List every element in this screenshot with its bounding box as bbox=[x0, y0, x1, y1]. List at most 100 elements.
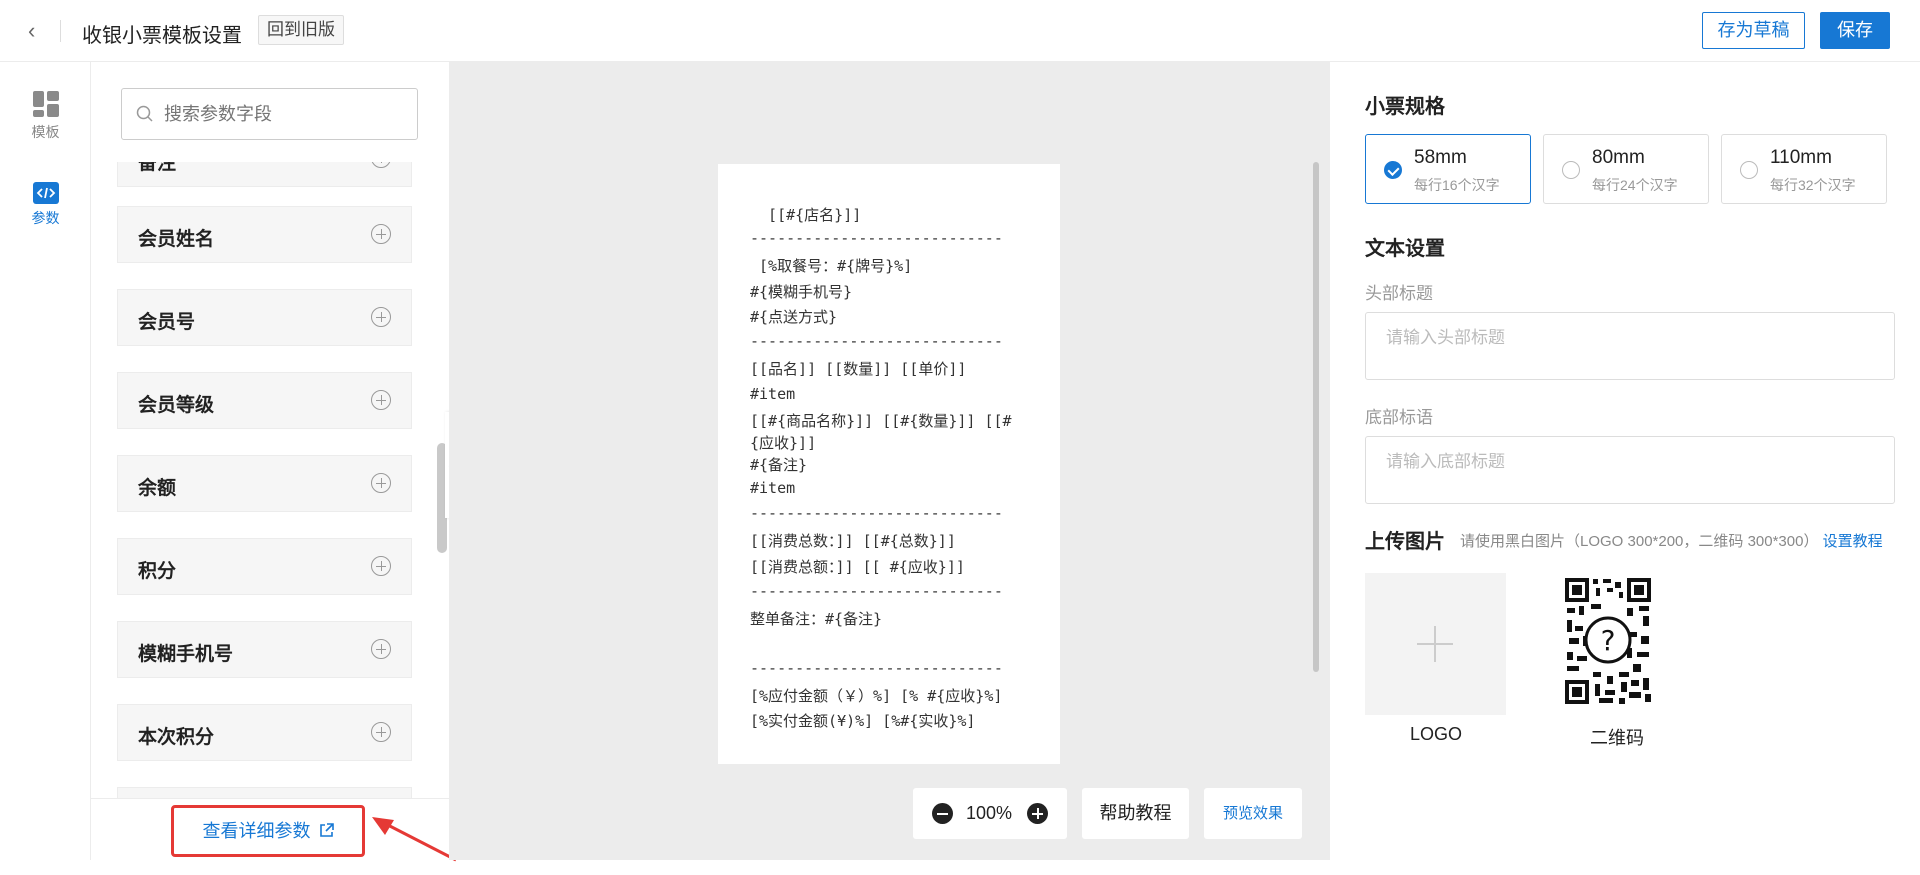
param-list: 备注 会员姓名 会员号 会员等级 余额 积分 模糊手机号 本次积分 bbox=[117, 162, 413, 858]
list-item[interactable]: 积分 bbox=[117, 538, 412, 595]
svg-text:?: ? bbox=[1601, 624, 1616, 657]
qr-code-image[interactable]: ? bbox=[1563, 576, 1653, 706]
save-draft-button[interactable]: 存为草稿 bbox=[1702, 12, 1805, 49]
receipt-line: ---------------------------- bbox=[750, 229, 1003, 247]
list-item[interactable]: 本次积分 bbox=[117, 704, 412, 761]
divider bbox=[60, 20, 61, 42]
zoom-level: 100% bbox=[966, 803, 1013, 823]
radio-icon[interactable] bbox=[1740, 161, 1758, 179]
receipt-line: #item bbox=[750, 385, 796, 403]
receipt-line: #{备注} bbox=[750, 456, 808, 474]
logo-upload-box[interactable] bbox=[1365, 573, 1506, 715]
upload-tutorial-link[interactable]: 设置教程 bbox=[1823, 533, 1883, 550]
receipt-line: [[品名]] [[数量]] [[单价]] bbox=[750, 360, 967, 378]
code-icon bbox=[32, 182, 59, 204]
radio-checked-icon[interactable] bbox=[1384, 161, 1402, 179]
receipt-line: 整单备注：#{备注} bbox=[750, 610, 883, 628]
spec-desc: 每行16个汉字 bbox=[1414, 177, 1500, 193]
list-item[interactable]: 模糊手机号 bbox=[117, 621, 412, 678]
header-title-label: 头部标题 bbox=[1365, 284, 1433, 303]
param-label: 会员号 bbox=[138, 312, 196, 333]
list-item[interactable]: 余额 bbox=[117, 455, 412, 512]
param-label: 余额 bbox=[138, 478, 177, 499]
zoom-in-icon[interactable] bbox=[1027, 803, 1048, 824]
external-link-icon bbox=[319, 823, 334, 837]
receipt-paper: [[#{店名}]] ---------------------------- [%… bbox=[718, 164, 1060, 764]
view-detail-params-link[interactable]: 查看详细参数 bbox=[171, 805, 365, 857]
receipt-line: {应收}]] bbox=[750, 434, 817, 452]
zoom-control: 100% bbox=[913, 788, 1067, 839]
preview-button[interactable]: 预览效果 bbox=[1204, 788, 1302, 839]
add-circle-icon[interactable] bbox=[371, 473, 391, 493]
logo-label: LOGO bbox=[1410, 724, 1463, 744]
left-sidebar: 模板 参数 bbox=[0, 62, 91, 860]
receipt-line: [[消费总数：]] [[#{总数}]] bbox=[750, 532, 956, 550]
add-circle-icon[interactable] bbox=[371, 722, 391, 742]
footer-slogan-label: 底部标语 bbox=[1365, 408, 1433, 427]
add-circle-icon[interactable] bbox=[371, 556, 391, 576]
spec-option-80mm[interactable]: 80mm 每行24个汉字 bbox=[1543, 134, 1709, 204]
annotation-arrow bbox=[372, 817, 457, 862]
param-label: 会员等级 bbox=[138, 395, 215, 416]
spec-desc: 每行32个汉字 bbox=[1770, 177, 1856, 193]
param-label: 会员姓名 bbox=[138, 229, 215, 250]
qr-label: 二维码 bbox=[1590, 728, 1644, 748]
receipt-line: [%取餐号：#{牌号}%] bbox=[750, 257, 913, 275]
receipt-line: ---------------------------- bbox=[750, 332, 1003, 350]
receipt-line: #item bbox=[750, 479, 796, 497]
template-grid-icon bbox=[32, 91, 59, 117]
upload-hint-text: 请使用黑白图片（LOGO 300*200，二维码 300*300） bbox=[1460, 533, 1819, 550]
header-title-input[interactable]: 请输入头部标题 bbox=[1365, 312, 1895, 380]
receipt-line: [[#{商品名称}]] [[#{数量}]] [[# bbox=[750, 412, 1012, 430]
search-input[interactable] bbox=[164, 99, 404, 129]
search-icon bbox=[136, 105, 153, 122]
spec-title: 小票规格 bbox=[1365, 96, 1445, 118]
param-label: 模糊手机号 bbox=[138, 644, 234, 665]
search-box[interactable] bbox=[121, 88, 418, 140]
upload-title: 上传图片 bbox=[1365, 531, 1445, 553]
spec-option-110mm[interactable]: 110mm 每行32个汉字 bbox=[1721, 134, 1887, 204]
add-circle-icon[interactable] bbox=[371, 162, 391, 168]
help-button[interactable]: 帮助教程 bbox=[1082, 788, 1189, 839]
settings-panel: 小票规格 58mm 每行16个汉字 80mm 每行24个汉字 110mm 每行3… bbox=[1330, 62, 1920, 860]
list-item[interactable]: 会员姓名 bbox=[117, 206, 412, 263]
add-circle-icon[interactable] bbox=[371, 307, 391, 327]
spec-size: 110mm bbox=[1770, 147, 1832, 168]
receipt-line: [%实付金额(¥)%] [%#{实收}%] bbox=[750, 712, 976, 730]
radio-icon[interactable] bbox=[1562, 161, 1580, 179]
save-button[interactable]: 保存 bbox=[1820, 12, 1890, 49]
zoom-out-icon[interactable] bbox=[932, 803, 953, 824]
sidebar-item-label: 参数 bbox=[31, 210, 60, 226]
chevron-left-icon[interactable]: ‹ bbox=[28, 18, 35, 44]
receipt-line: [[#{店名}]] bbox=[750, 206, 862, 224]
list-item[interactable]: 会员号 bbox=[117, 289, 412, 346]
text-settings-title: 文本设置 bbox=[1365, 238, 1445, 260]
receipt-line: ---------------------------- bbox=[750, 659, 1003, 677]
top-bar: ‹ 收银小票模板设置 回到旧版 存为草稿 保存 bbox=[0, 0, 1920, 62]
receipt-line: [[消费总额：]] [[ #{应收}]] bbox=[750, 558, 965, 576]
receipt-line: [%应付金额（￥）%] [% #{应收}%] bbox=[750, 687, 1003, 705]
sidebar-item-template[interactable]: 模板 bbox=[0, 90, 91, 142]
param-label: 本次积分 bbox=[138, 727, 215, 748]
param-label: 备注 bbox=[138, 162, 177, 174]
list-item[interactable]: 会员等级 bbox=[117, 372, 412, 429]
spec-option-58mm[interactable]: 58mm 每行16个汉字 bbox=[1365, 134, 1531, 204]
sidebar-item-label: 模板 bbox=[31, 124, 60, 140]
link-label: 查看详细参数 bbox=[202, 821, 311, 841]
spec-size: 58mm bbox=[1414, 147, 1467, 168]
footer-slogan-input[interactable]: 请输入底部标题 bbox=[1365, 436, 1895, 504]
param-label: 积分 bbox=[138, 561, 177, 582]
receipt-line: #{模糊手机号} bbox=[750, 283, 853, 301]
add-circle-icon[interactable] bbox=[371, 224, 391, 244]
old-version-button[interactable]: 回到旧版 bbox=[258, 15, 344, 45]
receipt-line: #{点送方式} bbox=[750, 308, 838, 326]
canvas-scrollbar[interactable] bbox=[1313, 162, 1319, 672]
receipt-line: ---------------------------- bbox=[750, 582, 1003, 600]
receipt-line: ---------------------------- bbox=[750, 504, 1003, 522]
upload-hint: 请使用黑白图片（LOGO 300*200，二维码 300*300） 设置教程 bbox=[1460, 530, 1883, 551]
list-item[interactable]: 备注 bbox=[117, 162, 412, 187]
spec-desc: 每行24个汉字 bbox=[1592, 177, 1678, 193]
sidebar-item-params[interactable]: 参数 bbox=[0, 182, 91, 228]
add-circle-icon[interactable] bbox=[371, 639, 391, 659]
add-circle-icon[interactable] bbox=[371, 390, 391, 410]
